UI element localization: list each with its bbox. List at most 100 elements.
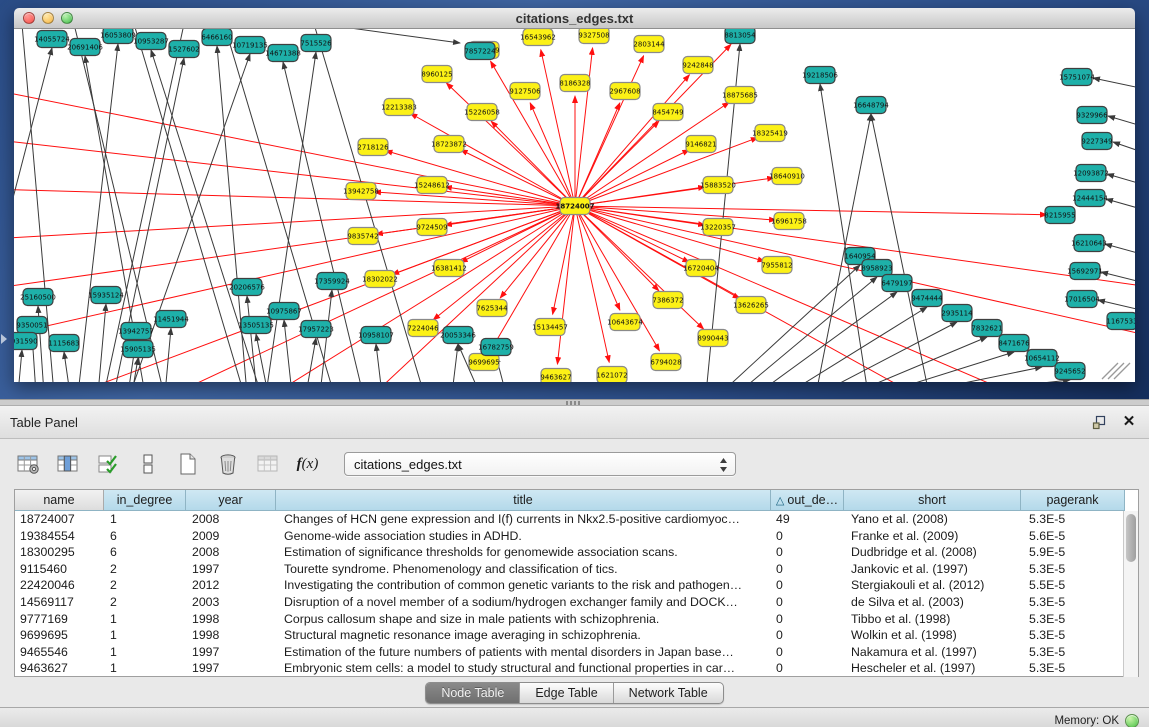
network-node[interactable]: 8454749	[652, 104, 683, 121]
cell-title[interactable]: Structural magnetic resonance image aver…	[276, 627, 771, 644]
table-row[interactable]: 911546021997Tourette syndrome. Phenomeno…	[15, 561, 1138, 578]
network-node[interactable]: 10953287	[133, 33, 169, 50]
cell-year[interactable]: 1998	[186, 611, 276, 628]
network-node[interactable]: 13626265	[733, 297, 769, 314]
cell-name[interactable]: 22420046	[15, 577, 104, 594]
table-row[interactable]: 1938455462009Genome-wide association stu…	[15, 528, 1138, 545]
network-node[interactable]: 9245652	[1054, 363, 1085, 380]
cell-out_de[interactable]: 0	[771, 528, 844, 545]
cell-pagerank[interactable]: 5.3E-5	[1021, 561, 1125, 578]
cell-in_degree[interactable]: 1	[104, 511, 186, 528]
cell-year[interactable]: 1997	[186, 660, 276, 677]
cell-title[interactable]: Embryonic stem cells: a model to study s…	[276, 660, 771, 677]
network-node[interactable]: 2967608	[609, 83, 640, 100]
cell-title[interactable]: Estimation of significance thresholds fo…	[276, 544, 771, 561]
network-node[interactable]: 16381412	[431, 260, 467, 277]
cell-short[interactable]: Yano et al. (2008)	[844, 511, 1021, 528]
delete-table-icon[interactable]	[214, 451, 241, 478]
network-node[interactable]: 2803144	[633, 36, 665, 53]
table-row[interactable]: 1830029562008Estimation of significance …	[15, 544, 1138, 561]
network-node[interactable]: 15134457	[532, 319, 568, 336]
network-node[interactable]: 3931590	[14, 333, 38, 350]
cell-out_de[interactable]: 0	[771, 611, 844, 628]
cell-out_de[interactable]: 0	[771, 544, 844, 561]
network-node[interactable]: 18875685	[722, 87, 758, 104]
network-node[interactable]: 2718126	[357, 139, 389, 156]
cell-title[interactable]: Tourette syndrome. Phenomenology and cla…	[276, 561, 771, 578]
zoom-button[interactable]	[61, 12, 73, 24]
cell-name[interactable]: 9699695	[15, 627, 104, 644]
network-node[interactable]: 15905135	[120, 341, 156, 358]
network-node[interactable]: 15692971	[1067, 263, 1103, 280]
network-node[interactable]: 15248612	[414, 177, 450, 194]
network-node[interactable]: 18724007	[556, 198, 595, 215]
network-node[interactable]: 13505135	[238, 317, 274, 334]
network-node[interactable]: 19218506	[802, 67, 838, 84]
column-header-out_de[interactable]: △ out_de…	[771, 490, 844, 511]
network-canvas[interactable]: 1872400715134457762534416381412972450915…	[14, 29, 1135, 382]
cell-in_degree[interactable]: 1	[104, 660, 186, 677]
tab-network-table[interactable]: Network Table	[614, 683, 723, 703]
table-row[interactable]: 2242004622012Investigating the contribut…	[15, 577, 1138, 594]
network-node[interactable]: 13942758	[343, 183, 379, 200]
cell-out_de[interactable]: 0	[771, 627, 844, 644]
network-node[interactable]: 8471676	[998, 335, 1030, 352]
table-row[interactable]: 1456911722003Disruption of a novel membe…	[15, 594, 1138, 611]
window-titlebar[interactable]: citations_edges.txt	[14, 8, 1135, 29]
network-node[interactable]: 10958107	[358, 327, 394, 344]
network-node[interactable]: 12093872	[1073, 165, 1109, 182]
network-node[interactable]: 10975867	[266, 303, 302, 320]
network-node[interactable]: 9463627	[540, 369, 571, 383]
column-header-in_degree[interactable]: in_degree	[104, 490, 186, 511]
cell-in_degree[interactable]: 1	[104, 627, 186, 644]
network-node[interactable]: 6466160	[201, 29, 232, 46]
column-header-title[interactable]: title	[276, 490, 771, 511]
cell-year[interactable]: 1998	[186, 627, 276, 644]
cell-in_degree[interactable]: 1	[104, 611, 186, 628]
cell-year[interactable]: 2008	[186, 544, 276, 561]
column-header-year[interactable]: year	[186, 490, 276, 511]
column-header-pagerank[interactable]: pagerank	[1021, 490, 1125, 511]
network-node[interactable]: 7224046	[407, 320, 439, 337]
new-table-icon[interactable]	[174, 451, 201, 478]
network-node[interactable]: 16053809	[100, 29, 136, 44]
network-node[interactable]: 9835742	[347, 228, 378, 245]
network-node[interactable]: 9329966	[1076, 107, 1108, 124]
cell-out_de[interactable]: 0	[771, 594, 844, 611]
network-node[interactable]: 16720404	[683, 260, 719, 277]
cell-out_de[interactable]: 0	[771, 577, 844, 594]
table-settings-icon[interactable]	[14, 451, 41, 478]
network-node[interactable]: 8990443	[697, 330, 728, 347]
cell-in_degree[interactable]: 2	[104, 594, 186, 611]
cell-name[interactable]: 9115460	[15, 561, 104, 578]
cell-pagerank[interactable]: 5.3E-5	[1021, 627, 1125, 644]
cell-name[interactable]: 9465546	[15, 644, 104, 661]
table-selector-dropdown[interactable]: citations_edges.txt	[344, 452, 736, 476]
network-node[interactable]: 1115683	[48, 335, 79, 352]
cell-short[interactable]: Stergiakouli et al. (2012)	[844, 577, 1021, 594]
formula-icon[interactable]: f(x)	[294, 451, 321, 478]
network-node[interactable]: 8186328	[559, 75, 590, 92]
cell-title[interactable]: Changes of HCN gene expression and I(f) …	[276, 511, 771, 528]
tab-edge-table[interactable]: Edge Table	[520, 683, 613, 703]
network-node[interactable]: 17016504	[1064, 291, 1100, 308]
network-node[interactable]: 20206576	[229, 279, 265, 296]
float-window-icon[interactable]	[1091, 414, 1107, 430]
table-columns-icon[interactable]	[54, 451, 81, 478]
network-node[interactable]: 12213383	[381, 99, 417, 116]
network-node[interactable]: 16782759	[478, 339, 514, 356]
network-node[interactable]: 6479197	[881, 275, 912, 292]
cell-year[interactable]: 2012	[186, 577, 276, 594]
cell-in_degree[interactable]: 6	[104, 544, 186, 561]
close-button[interactable]	[23, 12, 35, 24]
cell-name[interactable]: 18724007	[15, 511, 104, 528]
network-node[interactable]: 9146821	[685, 136, 716, 153]
network-node[interactable]: 9242848	[682, 57, 713, 74]
cell-name[interactable]: 14569117	[15, 594, 104, 611]
cell-out_de[interactable]: 0	[771, 660, 844, 677]
network-node[interactable]: 15751074	[1059, 69, 1095, 86]
cell-short[interactable]: Jankovic et al. (1997)	[844, 561, 1021, 578]
cell-title[interactable]: Corpus callosum shape and size in male p…	[276, 611, 771, 628]
cell-in_degree[interactable]: 1	[104, 644, 186, 661]
cell-out_de[interactable]: 0	[771, 561, 844, 578]
